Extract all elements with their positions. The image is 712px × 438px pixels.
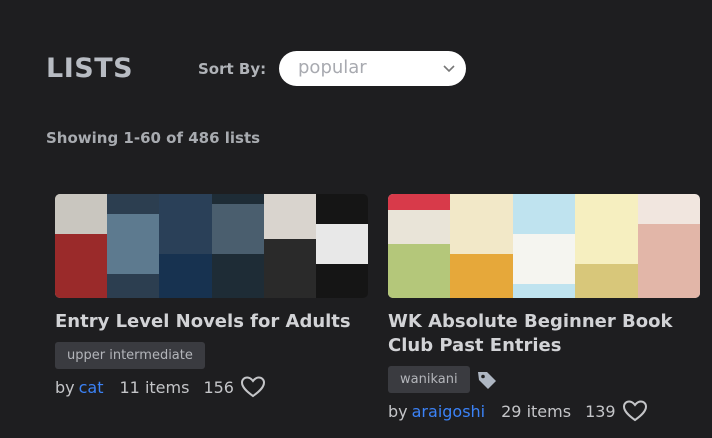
book-cover: [388, 194, 451, 298]
list-card[interactable]: WK Absolute Beginner Book Club Past Entr…: [388, 194, 700, 423]
page-title: LISTS: [46, 53, 134, 84]
book-cover: [263, 194, 316, 298]
tag-row: upper intermediate: [55, 342, 368, 369]
sort-value: popular: [298, 57, 367, 78]
book-cover: [450, 194, 513, 298]
list-card[interactable]: Entry Level Novels for Adults upper inte…: [55, 194, 368, 399]
book-cover: [55, 194, 108, 298]
book-cover: [637, 194, 700, 298]
book-cover: [211, 194, 264, 298]
item-count: 29 items: [501, 401, 572, 421]
chevron-down-icon: [443, 65, 455, 73]
tag-row: wanikani: [388, 366, 700, 393]
sort-label: Sort By:: [198, 60, 267, 78]
sort-select[interactable]: popular: [279, 51, 466, 86]
item-count: 11 items: [119, 377, 190, 397]
by-label: by: [55, 377, 75, 397]
author-link[interactable]: cat: [79, 378, 104, 397]
book-cover: [159, 194, 212, 298]
tag-icon[interactable]: [476, 369, 498, 391]
book-cover: [107, 194, 160, 298]
results-summary: Showing 1-60 of 486 lists: [46, 129, 261, 147]
heart-icon[interactable]: [240, 375, 266, 399]
by-label: by: [388, 401, 408, 421]
book-cover: [512, 194, 576, 298]
list-title[interactable]: WK Absolute Beginner Book Club Past Entr…: [388, 310, 700, 358]
tag-badge[interactable]: upper intermediate: [55, 342, 205, 369]
cover-strip[interactable]: [55, 194, 368, 298]
book-cover: [315, 194, 368, 298]
cover-strip[interactable]: [388, 194, 700, 298]
like-count: 156: [203, 377, 234, 397]
list-title[interactable]: Entry Level Novels for Adults: [55, 310, 368, 334]
lists-page: LISTS Sort By: popular Showing 1-60 of 4…: [0, 0, 712, 438]
heart-icon[interactable]: [622, 399, 648, 423]
author-link[interactable]: araigoshi: [412, 402, 486, 421]
list-meta: by cat 11 items 156: [55, 375, 368, 399]
book-cover: [575, 194, 638, 298]
like-count: 139: [585, 401, 616, 421]
list-meta: by araigoshi 29 items 139: [388, 399, 700, 423]
tag-badge[interactable]: wanikani: [388, 366, 470, 393]
